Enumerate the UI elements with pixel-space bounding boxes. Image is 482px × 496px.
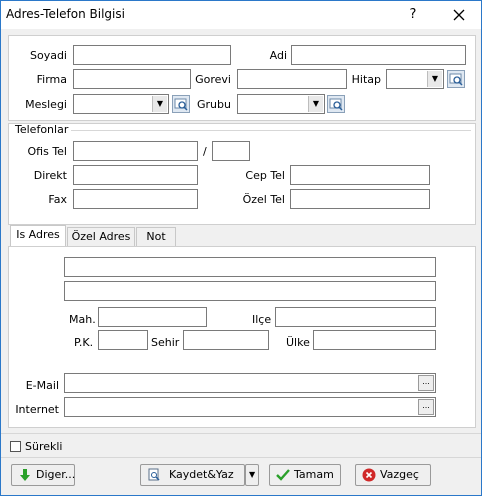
direkt-input[interactable] xyxy=(73,165,198,185)
tamam-button[interactable]: Tamam xyxy=(269,464,341,486)
close-button[interactable] xyxy=(447,3,471,27)
internet-label: Internet xyxy=(15,403,59,416)
mah-input[interactable] xyxy=(98,307,207,327)
pk-input[interactable] xyxy=(98,330,148,350)
diger-button[interactable]: Diger... xyxy=(11,464,75,486)
ulke-label: Ülke xyxy=(286,336,310,349)
hitap-lookup-icon[interactable] xyxy=(447,70,465,88)
surekli-checkbox[interactable] xyxy=(10,441,21,452)
ofis-tel-ext-input[interactable] xyxy=(212,141,250,161)
email-label: E-Mail xyxy=(25,379,59,392)
hitap-label: Hitap xyxy=(351,73,381,86)
chevron-down-icon: ▼ xyxy=(427,71,442,87)
print-preview-icon xyxy=(147,468,161,482)
surekli-label: Sürekli xyxy=(25,440,63,453)
gorevi-input[interactable] xyxy=(237,69,347,89)
checkmark-icon xyxy=(276,468,290,482)
ozel-tel-label: Özel Tel xyxy=(242,193,285,206)
sehir-label: Sehir xyxy=(151,336,180,349)
gorevi-label: Gorevi xyxy=(195,73,231,86)
ofis-tel-slash: / xyxy=(203,145,207,158)
mah-label: Mah. xyxy=(69,313,96,326)
window-title: Adres-Telefon Bilgisi xyxy=(6,7,125,21)
hitap-select[interactable]: ▼ xyxy=(386,69,444,89)
tab-not[interactable]: Not xyxy=(136,227,176,247)
grubu-lookup-icon[interactable] xyxy=(327,95,345,113)
telefonlar-divider xyxy=(71,130,471,131)
fax-input[interactable] xyxy=(73,189,198,209)
meslegi-label: Meslegi xyxy=(25,98,67,111)
chevron-down-icon: ▼ xyxy=(152,96,167,112)
footer-divider-2 xyxy=(1,457,481,458)
ozel-tel-input[interactable] xyxy=(290,189,430,209)
cep-tel-input[interactable] xyxy=(290,165,430,185)
internet-browse-button[interactable]: ... xyxy=(418,399,434,415)
pk-label: P.K. xyxy=(74,336,94,349)
help-button[interactable]: ? xyxy=(401,3,425,27)
direkt-label: Direkt xyxy=(33,169,67,182)
adi-label: Adi xyxy=(269,49,287,62)
kaydet-yaz-button[interactable]: Kaydet&Yaz xyxy=(140,464,245,486)
firma-label: Firma xyxy=(36,73,67,86)
internet-input[interactable]: ... xyxy=(64,397,436,417)
chevron-down-icon: ▼ xyxy=(249,470,256,479)
address-line-1-input[interactable] xyxy=(64,257,436,277)
cancel-icon xyxy=(362,468,376,482)
vazgec-button[interactable]: Vazgeç xyxy=(355,464,431,486)
meslegi-lookup-icon[interactable] xyxy=(172,95,190,113)
grubu-label: Grubu xyxy=(197,98,231,111)
email-browse-button[interactable]: ... xyxy=(418,375,434,391)
email-input[interactable]: ... xyxy=(64,373,436,393)
dialog-window: Adres-Telefon Bilgisi ? Soyadi Adi Firma… xyxy=(0,0,482,496)
tab-ozel-adres[interactable]: Özel Adres xyxy=(67,227,135,247)
ilce-input[interactable] xyxy=(275,307,436,327)
close-icon xyxy=(453,9,465,21)
grubu-select[interactable]: ▼ xyxy=(237,94,325,114)
firma-input[interactable] xyxy=(73,69,191,89)
ofis-tel-input[interactable] xyxy=(73,141,198,161)
telefonlar-title: Telefonlar xyxy=(15,123,69,136)
fax-label: Fax xyxy=(48,193,67,206)
kaydet-dropdown-button[interactable]: ▼ xyxy=(245,464,259,486)
title-bar: Adres-Telefon Bilgisi ? xyxy=(1,1,481,29)
ulke-input[interactable] xyxy=(313,330,436,350)
chevron-down-icon: ▼ xyxy=(308,96,323,112)
ilce-label: Ilçe xyxy=(252,313,272,326)
address-line-2-input[interactable] xyxy=(64,281,436,301)
tab-is-adres[interactable]: Is Adres xyxy=(10,225,66,247)
adi-input[interactable] xyxy=(291,45,466,65)
meslegi-select[interactable]: ▼ xyxy=(73,94,169,114)
cep-tel-label: Cep Tel xyxy=(245,169,285,182)
footer-divider xyxy=(1,433,481,434)
arrow-down-icon xyxy=(18,468,32,482)
sehir-input[interactable] xyxy=(183,330,269,350)
soyadi-label: Soyadi xyxy=(29,49,67,62)
ofis-tel-label: Ofis Tel xyxy=(27,145,68,158)
soyadi-input[interactable] xyxy=(73,45,231,65)
